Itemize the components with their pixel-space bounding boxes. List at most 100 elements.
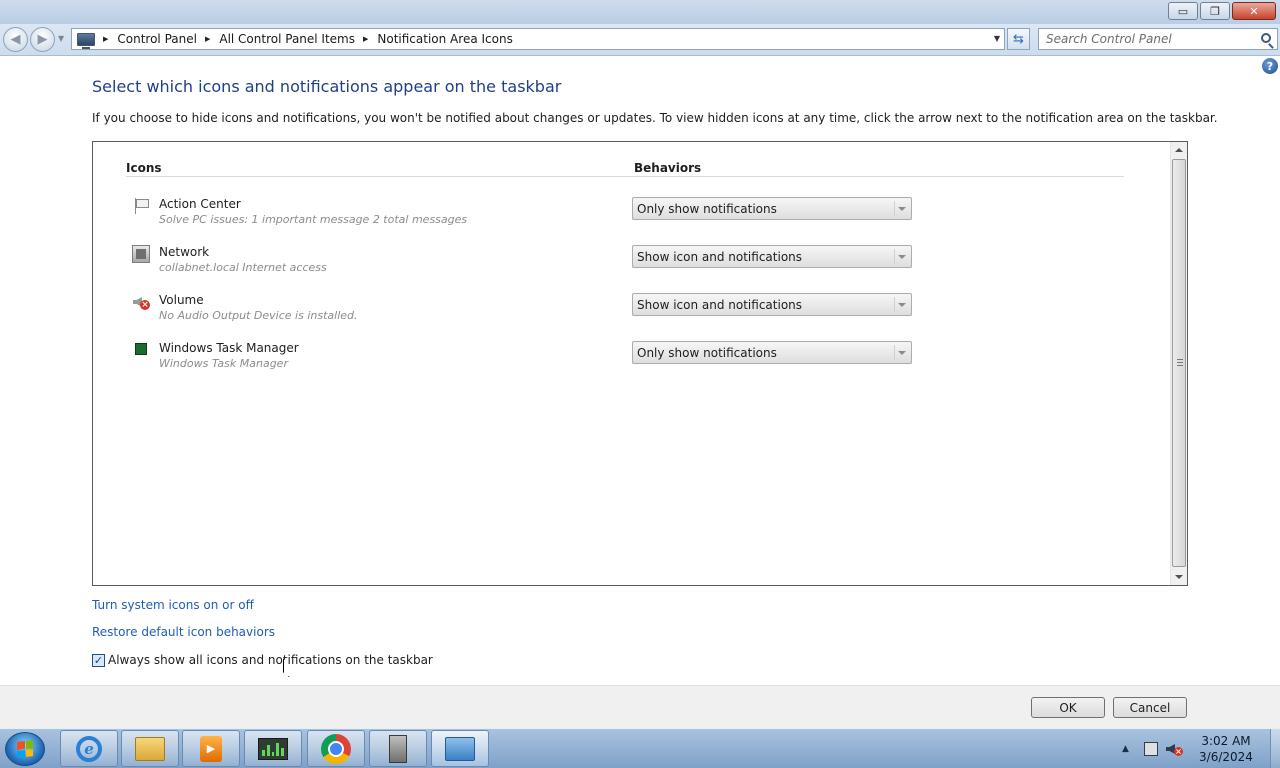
chevron-down-icon xyxy=(894,297,908,312)
media-player-icon: ▶ xyxy=(200,735,222,762)
windows-logo-icon xyxy=(17,740,33,758)
scroll-down-icon[interactable] xyxy=(1171,569,1187,585)
notification-area: ▲ 3:02 AM 3/6/2024 xyxy=(1122,729,1280,768)
item-name: Windows Task Manager xyxy=(159,341,299,355)
header-divider xyxy=(126,176,1124,177)
always-show-label[interactable]: Always show all icons and notifications … xyxy=(108,653,433,667)
minimize-button[interactable]: ▭ xyxy=(1168,2,1198,20)
breadcrumb: ▶ Control Panel ▶ All Control Panel Item… xyxy=(95,32,513,46)
close-button[interactable]: ✕ xyxy=(1232,2,1276,20)
page-title: Select which icons and notifications app… xyxy=(92,77,562,96)
ok-button[interactable]: OK xyxy=(1031,697,1105,718)
breadcrumb-chevron-icon[interactable]: ▶ xyxy=(103,35,108,43)
task-manager-icon xyxy=(135,343,147,355)
navigation-bar: ◀ ▶ ▼ ▶ Control Panel ▶ All Control Pane… xyxy=(0,24,1280,56)
taskbar-media-player[interactable]: ▶ xyxy=(182,730,240,767)
behavior-dropdown[interactable]: Only show notifications xyxy=(632,197,912,220)
taskbar-server-manager[interactable] xyxy=(369,730,427,767)
behavior-dropdown[interactable]: Only show notifications xyxy=(632,341,912,364)
address-bar[interactable]: ▶ Control Panel ▶ All Control Panel Item… xyxy=(71,28,1005,50)
back-arrow-icon: ◀ xyxy=(10,32,21,47)
restore-defaults-link[interactable]: Restore default icon behaviors xyxy=(92,625,275,639)
behavior-dropdown[interactable]: Show icon and notifications xyxy=(632,293,912,316)
control-panel-icon xyxy=(445,736,475,761)
icons-behaviors-list: Icons Behaviors Action Center Solve PC i… xyxy=(92,141,1188,586)
breadcrumb-chevron-icon[interactable]: ▶ xyxy=(205,35,210,43)
taskbar: e ▶ ▲ 3:02 AM 3/6/2024 xyxy=(0,728,1280,768)
file-explorer-icon xyxy=(135,736,165,761)
behavior-value: Only show notifications xyxy=(637,201,777,216)
list-item: Windows Task Manager Windows Task Manage… xyxy=(93,337,1169,381)
list-item: Action Center Solve PC issues: 1 importa… xyxy=(93,193,1169,237)
item-name: Volume xyxy=(159,293,204,307)
column-header-icons: Icons xyxy=(126,161,162,175)
tray-volume-muted-icon[interactable] xyxy=(1166,742,1183,756)
network-icon xyxy=(132,245,150,263)
breadcrumb-chevron-icon[interactable]: ▶ xyxy=(363,35,368,43)
tray-network-icon[interactable] xyxy=(1144,742,1158,756)
address-dropdown-icon[interactable]: ▼ xyxy=(994,34,1000,43)
forward-arrow-icon: ▶ xyxy=(37,32,48,47)
chrome-icon xyxy=(321,733,351,764)
item-detail: collabnet.local Internet access xyxy=(159,261,327,274)
dialog-footer: OK Cancel xyxy=(0,685,1280,728)
chevron-down-icon xyxy=(894,345,908,360)
breadcrumb-control-panel[interactable]: Control Panel xyxy=(117,32,197,46)
scroll-up-icon[interactable] xyxy=(1171,142,1187,158)
item-detail: No Audio Output Device is installed. xyxy=(159,309,358,322)
refresh-icon: ⇆ xyxy=(1013,31,1024,47)
cancel-button[interactable]: Cancel xyxy=(1113,697,1187,718)
refresh-button[interactable]: ⇆ xyxy=(1007,28,1030,50)
clock-date: 3/6/2024 xyxy=(1199,750,1253,764)
behavior-value: Only show notifications xyxy=(637,345,777,360)
back-button[interactable]: ◀ xyxy=(3,27,28,52)
always-show-checkbox[interactable]: ✓ xyxy=(92,653,105,667)
search-input[interactable] xyxy=(1039,29,1249,49)
speaker-muted-icon xyxy=(132,293,150,311)
clock-time: 3:02 AM xyxy=(1201,734,1251,748)
taskbar-control-panel[interactable] xyxy=(431,730,489,767)
item-detail: Solve PC issues: 1 important message 2 t… xyxy=(159,213,468,226)
network-monitor-icon xyxy=(258,737,288,760)
checkmark-icon: ✓ xyxy=(93,653,104,667)
always-show-option: ✓ Always show all icons and notification… xyxy=(92,653,433,667)
item-name: Network xyxy=(159,245,210,259)
maximize-button[interactable]: ❐ xyxy=(1200,2,1230,20)
grip-icon xyxy=(1177,359,1183,366)
show-hidden-icons-icon[interactable]: ▲ xyxy=(1122,744,1136,754)
taskbar-internet-explorer[interactable]: e xyxy=(60,730,118,767)
search-icon[interactable] xyxy=(1261,33,1271,43)
chevron-down-icon xyxy=(894,201,908,216)
turn-system-icons-link[interactable]: Turn system icons on or off xyxy=(92,598,254,612)
action-center-flag-icon xyxy=(132,197,150,215)
control-panel-location-icon xyxy=(77,32,95,49)
search-box xyxy=(1038,28,1278,50)
behavior-value: Show icon and notifications xyxy=(637,297,803,312)
chevron-down-icon xyxy=(894,249,908,264)
item-name: Action Center xyxy=(159,197,241,211)
start-button[interactable] xyxy=(5,732,45,766)
behavior-dropdown[interactable]: Show icon and notifications xyxy=(632,245,912,268)
list-item: Volume No Audio Output Device is install… xyxy=(93,289,1169,333)
forward-button[interactable]: ▶ xyxy=(30,27,55,52)
recent-pages-dropdown[interactable]: ▼ xyxy=(58,34,67,43)
help-button[interactable]: ? xyxy=(1262,58,1278,74)
taskbar-network-monitor[interactable] xyxy=(244,730,302,767)
window-controls: ▭ ❐ ✕ xyxy=(1168,2,1276,20)
server-manager-icon xyxy=(389,734,407,763)
show-desktop-button[interactable] xyxy=(1270,729,1280,768)
system-clock[interactable]: 3:02 AM 3/6/2024 xyxy=(1196,733,1256,765)
item-detail: Windows Task Manager xyxy=(159,357,288,370)
page-description: If you choose to hide icons and notifica… xyxy=(92,111,1218,125)
title-bar: ▭ ❐ ✕ xyxy=(0,0,1280,24)
taskbar-file-explorer[interactable] xyxy=(121,730,179,767)
column-header-behaviors: Behaviors xyxy=(634,161,702,175)
breadcrumb-all-items[interactable]: All Control Panel Items xyxy=(219,32,355,46)
behavior-value: Show icon and notifications xyxy=(637,249,803,264)
breadcrumb-notification-area-icons[interactable]: Notification Area Icons xyxy=(377,32,512,46)
internet-explorer-icon: e xyxy=(76,735,102,762)
list-item: Network collabnet.local Internet access … xyxy=(93,241,1169,285)
vertical-scrollbar[interactable] xyxy=(1170,142,1187,585)
taskbar-chrome[interactable] xyxy=(307,730,365,767)
scroll-thumb[interactable] xyxy=(1172,159,1186,567)
